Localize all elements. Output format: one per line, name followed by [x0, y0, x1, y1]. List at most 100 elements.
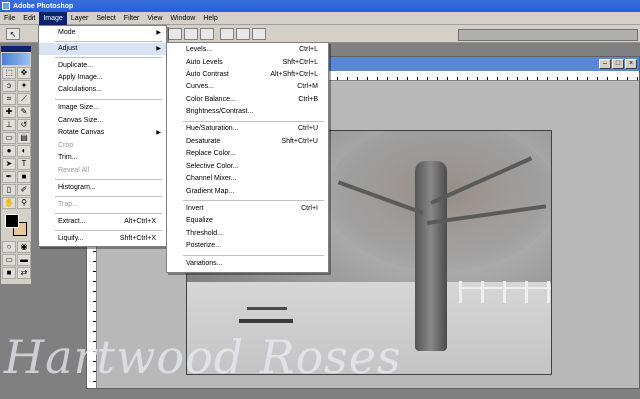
menu-image[interactable]: Image [39, 11, 67, 25]
menu-file[interactable]: File [0, 12, 19, 25]
marquee-tool-icon[interactable]: ⬚ [2, 67, 16, 79]
magic-wand-tool-icon[interactable]: ✦ [17, 80, 31, 92]
align-left-button[interactable] [220, 28, 234, 40]
menu-item-label: Brightness/Contrast... [186, 108, 254, 115]
menu-item-label: Liquify... [58, 235, 84, 242]
menu-item-extract[interactable]: Extract... Alt+Ctrl+X [39, 216, 166, 228]
menu-item-invert[interactable]: Invert Ctrl+I [167, 203, 328, 215]
dodge-tool-icon[interactable]: ◐ [17, 145, 31, 157]
menu-item-shortcut: Ctrl+B [298, 96, 318, 103]
shape-tool-icon[interactable]: ■ [17, 171, 31, 183]
menu-item-reveal-all[interactable]: Reveal All [39, 165, 166, 177]
move-tool-icon[interactable]: ✥ [17, 67, 31, 79]
menu-item-variations[interactable]: Variations... [167, 258, 328, 270]
menu-item-curves[interactable]: Curves... Ctrl+M [167, 81, 328, 93]
healing-brush-tool-icon[interactable]: ✚ [2, 106, 16, 118]
minimize-icon[interactable]: – [599, 59, 611, 69]
toolbox-titlebar [1, 46, 31, 52]
align-right-button[interactable] [252, 28, 266, 40]
crop-tool-icon[interactable]: ⌗ [2, 93, 16, 105]
menu-item-replace-color[interactable]: Replace Color... [167, 148, 328, 160]
jump-to-imageready-icon[interactable]: ⇄ [17, 267, 31, 279]
align-center-button[interactable] [236, 28, 250, 40]
menu-edit[interactable]: Edit [19, 12, 39, 25]
menu-item-duplicate[interactable]: Duplicate... [39, 60, 166, 72]
menu-item-trim[interactable]: Trim... [39, 152, 166, 164]
menu-item-trap[interactable]: Trap... [39, 199, 166, 211]
menu-item-image-size[interactable]: Image Size... [39, 102, 166, 114]
menu-separator [55, 41, 162, 42]
menu-item-rotate-canvas[interactable]: Rotate Canvas ▶ [39, 127, 166, 139]
menu-item-label: Variations... [186, 260, 223, 267]
menu-item-color-balance[interactable]: Color Balance... Ctrl+B [167, 94, 328, 106]
menu-select[interactable]: Select [92, 12, 119, 25]
menu-item-threshold[interactable]: Threshold... [167, 228, 328, 240]
align-bottom-button[interactable] [200, 28, 214, 40]
menu-item-label: Extract... [58, 218, 86, 225]
menu-view[interactable]: View [143, 12, 166, 25]
watermark: Hartwood Roses [4, 330, 402, 384]
standard-screen-mode-icon[interactable]: ▭ [2, 254, 16, 266]
menu-item-canvas-size[interactable]: Canvas Size... [39, 115, 166, 127]
menu-item-brightness-contrast[interactable]: Brightness/Contrast... [167, 106, 328, 118]
menu-item-shortcut: Shft+Ctrl+U [281, 138, 318, 145]
standard-mode-icon[interactable]: ○ [2, 241, 16, 253]
menu-item-label: Image Size... [58, 104, 99, 111]
menu-item-auto-levels[interactable]: Auto Levels Shft+Ctrl+L [167, 57, 328, 69]
menu-item-adjust[interactable]: Adjust ▶ [39, 43, 166, 55]
menu-item-channel-mixer[interactable]: Channel Mixer... [167, 173, 328, 185]
menu-item-equalize[interactable]: Equalize [167, 215, 328, 227]
eraser-tool-icon[interactable]: ▭ [2, 132, 16, 144]
menu-help[interactable]: Help [199, 12, 221, 25]
gradient-tool-icon[interactable]: ▤ [17, 132, 31, 144]
menu-item-hue-saturation[interactable]: Hue/Saturation... Ctrl+U [167, 123, 328, 135]
maximize-icon[interactable]: □ [612, 59, 624, 69]
menu-item-posterize[interactable]: Posterize... [167, 240, 328, 252]
menu-separator [55, 99, 162, 100]
menu-filter[interactable]: Filter [120, 12, 144, 25]
adobe-logo[interactable] [2, 53, 30, 65]
type-tool-icon[interactable]: T [17, 158, 31, 170]
menu-window[interactable]: Window [166, 12, 199, 25]
menu-item-apply-image[interactable]: Apply Image... [39, 72, 166, 84]
full-screen-menu-mode-icon[interactable]: ▬ [17, 254, 31, 266]
notes-tool-icon[interactable]: ▯ [2, 184, 16, 196]
move-tool-icon[interactable]: ↖ [6, 28, 20, 40]
foreground-color-swatch[interactable] [5, 214, 19, 228]
hand-tool-icon[interactable]: ✋ [2, 197, 16, 209]
menu-item-shortcut: Alt+Ctrl+X [124, 218, 156, 225]
menu-separator [55, 57, 162, 58]
quick-mask-mode-icon[interactable]: ◉ [17, 241, 31, 253]
close-icon[interactable]: × [625, 59, 637, 69]
align-top-button[interactable] [168, 28, 182, 40]
zoom-tool-icon[interactable]: ⚲ [17, 197, 31, 209]
menu-item-histogram[interactable]: Histogram... [39, 182, 166, 194]
lasso-tool-icon[interactable]: ↄ [2, 80, 16, 92]
menu-layer[interactable]: Layer [67, 12, 93, 25]
brush-tool-icon[interactable]: ✎ [17, 106, 31, 118]
menu-item-desaturate[interactable]: Desaturate Shft+Ctrl+U [167, 136, 328, 148]
blur-tool-icon[interactable]: ● [2, 145, 16, 157]
pen-tool-icon[interactable]: ✒ [2, 171, 16, 183]
window-title: Adobe Photoshop [13, 2, 74, 10]
menu-item-crop[interactable]: Crop [39, 140, 166, 152]
menu-item-shortcut: Shft+Ctrl+L [282, 59, 318, 66]
image-menu-dropdown: Mode ▶ Adjust ▶ Duplicate... Apply Image..… [38, 25, 167, 247]
menu-item-mode[interactable]: Mode ▶ [39, 27, 166, 39]
menu-item-levels[interactable]: Levels... Ctrl+L [167, 44, 328, 56]
align-middle-button[interactable] [184, 28, 198, 40]
menu-item-label: Auto Levels [186, 59, 223, 66]
path-selection-tool-icon[interactable]: ➤ [2, 158, 16, 170]
history-brush-tool-icon[interactable]: ↺ [17, 119, 31, 131]
menu-item-gradient-map[interactable]: Gradient Map... [167, 186, 328, 198]
full-screen-mode-icon[interactable]: ■ [2, 267, 16, 279]
palette-well[interactable] [458, 29, 638, 41]
menu-item-auto-contrast[interactable]: Auto Contrast Alt+Shft+Ctrl+L [167, 69, 328, 81]
menu-separator [183, 255, 324, 256]
menu-item-selective-color[interactable]: Selective Color... [167, 161, 328, 173]
eyedropper-tool-icon[interactable]: ✐ [17, 184, 31, 196]
slice-tool-icon[interactable]: ⟋ [17, 93, 31, 105]
menu-item-calculations[interactable]: Calculations... [39, 84, 166, 96]
clone-stamp-tool-icon[interactable]: ⊥ [2, 119, 16, 131]
menu-item-liquify[interactable]: Liquify... Shft+Ctrl+X [39, 233, 166, 245]
